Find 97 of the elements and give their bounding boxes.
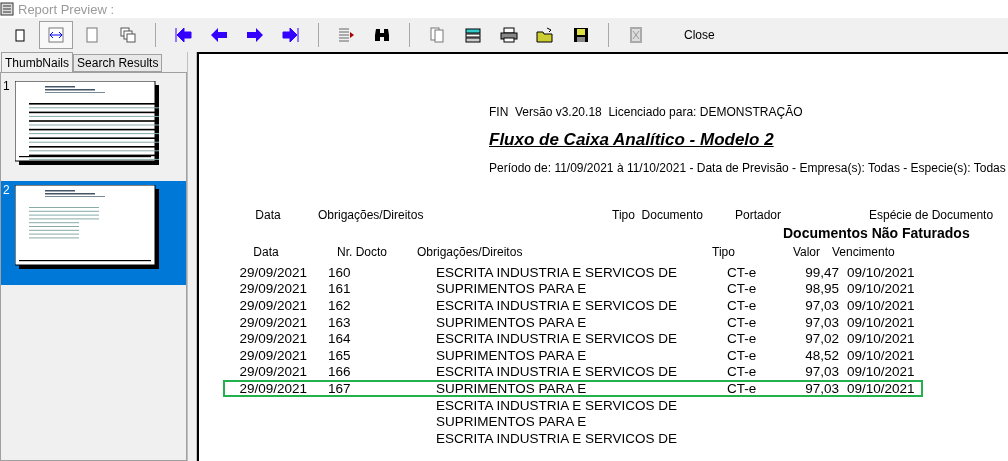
next-page-icon — [245, 25, 265, 45]
table-cell-text: 166 — [328, 364, 352, 380]
close-button[interactable]: Close — [677, 21, 722, 49]
thumbnail-item[interactable]: 2 — [1, 181, 186, 285]
report-row[interactable]: 29/09/2021 166 ESCRITA INDUSTRIA E SERVICOS DE CT-e 97,03 09/10/2021 — [225, 363, 1008, 381]
report-icon — [0, 2, 14, 16]
tab[interactable]: ThumbNails — [1, 52, 74, 72]
table-cell-text: 97,03 — [804, 314, 839, 330]
table-cell-text: 165 — [328, 347, 352, 363]
table-cell-text: SUPRIMENTOS PARA E — [436, 380, 588, 396]
table-cell-text: 99,47 — [804, 264, 839, 280]
report-row[interactable]: SUPRIMENTOS PARA E — [225, 413, 1008, 430]
selected-row[interactable]: 29/09/2021 167 SUPRIMENTOS PARA E CT-e 97,03 09/10/2021 — [223, 380, 923, 397]
table-cell-text: ESCRITA INDUSTRIA E SERVICOS DE — [436, 264, 679, 280]
report-row[interactable]: ESCRITA INDUSTRIA E SERVICOS DE — [225, 396, 1008, 414]
table-cell-text: CT-e — [727, 347, 758, 363]
table-cell-text: SUPRIMENTOS PARA E — [436, 314, 588, 330]
save-icon — [571, 25, 591, 45]
table-cell-text: 97,03 — [804, 364, 839, 380]
table-cell-text: CT-e — [727, 298, 758, 313]
table-cell-text: 97,02 — [804, 331, 839, 347]
table-cell-text: ESCRITA INDUSTRIA E SERVICOS DE — [436, 298, 679, 313]
window-title: Report Preview : — [18, 1, 115, 17]
table-cell-text: 29/09/2021 — [238, 380, 307, 396]
report-row[interactable]: 29/09/2021 165 SUPRIMENTOS PARA E CT-e 48,52 09/10/2021 — [225, 346, 1008, 364]
table-cell: 09/10/2021 — [847, 380, 915, 396]
page-width-icon — [46, 25, 66, 45]
table-cell-text: CT-e — [727, 331, 758, 347]
table-cell-text: 97,03 — [804, 380, 839, 396]
table-cell-text: 97,03 — [804, 298, 839, 313]
report-title: Fluxo de Caixa Analítico - Modelo 2 — [489, 130, 774, 150]
table-cell-text: ESCRITA INDUSTRIA E SERVICOS DE — [436, 364, 679, 380]
table-cell-text: 161 — [328, 281, 352, 297]
tab[interactable]: Search Results — [73, 54, 163, 72]
table-cell: 09/10/2021 — [847, 314, 915, 330]
table-cell: 09/10/2021 — [847, 364, 915, 380]
table-cell-text: CT-e — [727, 314, 758, 330]
last-page-icon — [281, 25, 301, 45]
print-icon — [499, 25, 519, 45]
table-cell-text: 48,52 — [804, 347, 839, 363]
column-header: Nr. Docto — [337, 245, 388, 259]
page-number: 2 — [2, 183, 11, 197]
table-cell: 09/10/2021 — [847, 331, 915, 347]
stacked-tray-icon — [463, 25, 483, 45]
column-header: Portador — [735, 208, 782, 222]
table-cell: 09/10/2021 — [847, 347, 915, 363]
thumbnail-item[interactable]: 1 — [1, 77, 186, 173]
column-header: Obrigações/Direitos — [417, 245, 524, 259]
page-number: 1 — [2, 79, 11, 93]
table-cell-text: 162 — [328, 298, 352, 313]
table-cell-text: 98,95 — [804, 281, 839, 297]
first-page-icon — [173, 25, 193, 45]
table-cell-text: ESCRITA INDUSTRIA E SERVICOS DE — [436, 397, 679, 413]
table-cell-text: CT-e — [727, 281, 758, 297]
table-cell-text: 29/09/2021 — [238, 314, 307, 330]
table-cell-text: CT-e — [727, 380, 758, 396]
table-cell: 09/10/2021 — [847, 264, 915, 280]
table-cell-text: ESCRITA INDUSTRIA E SERVICOS DE — [436, 331, 679, 347]
report-row[interactable]: 29/09/2021 160 ESCRITA INDUSTRIA E SERVICOS DE CT-e 99,47 09/10/2021 — [225, 264, 1008, 281]
table-cell-text: 29/09/2021 — [238, 264, 307, 280]
table-cell-text: 163 — [328, 314, 352, 330]
copy-icon — [427, 25, 447, 45]
report-row[interactable]: 29/09/2021 164 ESCRITA INDUSTRIA E SERVICOS DE CT-e 97,02 09/10/2021 — [225, 330, 1008, 347]
table-cell-text: 29/09/2021 — [238, 298, 307, 313]
report-row[interactable]: 29/09/2021 161 SUPRIMENTOS PARA E CT-e 98,95 09/10/2021 — [225, 280, 1008, 298]
column-header: Espécie de Documento — [869, 208, 994, 222]
report-header: FIN Versão v3.20.18 Licenciado para: DEMONSTRAÇÃO — [489, 105, 803, 119]
table-cell-text: CT-e — [727, 264, 758, 280]
column-header: Obrigações/Direitos — [318, 208, 424, 222]
section-title: Documentos Não Faturados — [783, 225, 970, 241]
table-cell-text: SUPRIMENTOS PARA E — [436, 414, 588, 430]
multiple-pages-icon — [118, 25, 138, 45]
table-cell-text: 29/09/2021 — [238, 364, 307, 380]
table-cell-text: 167 — [328, 380, 352, 396]
table-cell-text: SUPRIMENTOS PARA E — [436, 281, 588, 297]
table-cell-text: 164 — [328, 331, 352, 347]
folder-icon — [535, 25, 555, 45]
table-cell-text: 29/09/2021 — [238, 331, 307, 347]
column-header: Data — [252, 245, 280, 259]
column-header: Tipo — [712, 245, 736, 259]
table-cell-text: 29/09/2021 — [238, 281, 307, 297]
table-cell-text: CT-e — [727, 364, 758, 380]
column-header: Vencimento — [832, 245, 895, 259]
column-header: Valor — [791, 245, 820, 259]
table-cell: 09/10/2021 — [847, 281, 915, 297]
report-row[interactable]: ESCRITA INDUSTRIA E SERVICOS DE — [225, 429, 1008, 447]
table-cell-text: ESCRITA INDUSTRIA E SERVICOS DE — [436, 430, 679, 446]
column-header: Tipo Documento — [612, 208, 703, 222]
period-text: Período de: 11/09/2021 à 11/10/2021 - Data de Previsão - Empresa(s): Todas - Especie(s): Todas — [489, 161, 1006, 175]
go-to-page-icon — [336, 25, 356, 45]
column-header: Data — [255, 208, 281, 222]
table-cell-text: 160 — [328, 264, 352, 280]
table-cell: 09/10/2021 — [847, 298, 915, 313]
report-row[interactable]: 29/09/2021 162 ESCRITA INDUSTRIA E SERVICOS DE CT-e 97,03 09/10/2021 — [225, 297, 1008, 314]
table-cell-text: SUPRIMENTOS PARA E — [436, 347, 588, 363]
table-cell-text: 29/09/2021 — [238, 347, 307, 363]
report-row[interactable]: 29/09/2021 163 SUPRIMENTOS PARA E CT-e 97,03 09/10/2021 — [225, 313, 1008, 331]
